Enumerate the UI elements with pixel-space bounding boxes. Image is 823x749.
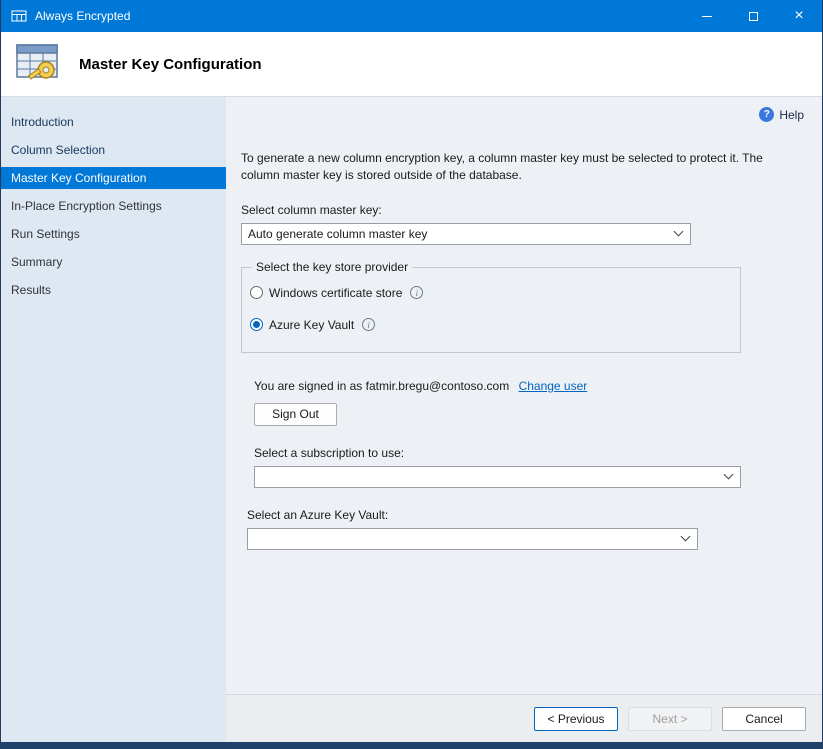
content-column: Help To generate a new column encryption… <box>226 97 822 742</box>
sidebar-item-summary[interactable]: Summary <box>1 251 226 273</box>
close-icon <box>794 8 803 24</box>
wizard-header: Master Key Configuration <box>1 32 822 97</box>
titlebar[interactable]: Always Encrypted <box>1 0 822 32</box>
sidebar-item-master-key-configuration[interactable]: Master Key Configuration <box>1 167 226 189</box>
key-store-provider-group: Select the key store provider Windows ce… <box>241 267 741 353</box>
sidebar-item-results[interactable]: Results <box>1 279 226 301</box>
chevron-down-icon <box>674 227 684 237</box>
radio-windows-certificate-store[interactable]: Windows certificate store <box>250 286 740 300</box>
subscription-label: Select a subscription to use: <box>254 446 804 460</box>
sidebar-item-in-place-encryption-settings[interactable]: In-Place Encryption Settings <box>1 195 226 217</box>
radio-azure-key-vault[interactable]: Azure Key Vault <box>250 318 740 332</box>
change-user-link[interactable]: Change user <box>519 379 588 393</box>
vault-dropdown[interactable] <box>247 528 698 550</box>
radio-selected-icon <box>250 318 263 331</box>
signed-in-row: You are signed in as fatmir.bregu@contos… <box>254 379 804 393</box>
always-encrypted-window: Always Encrypted Master Key Configuratio… <box>0 0 823 749</box>
help-label: Help <box>779 108 804 122</box>
next-button[interactable]: Next > <box>628 707 712 731</box>
radio-unselected-icon <box>250 286 263 299</box>
sidebar-item-column-selection[interactable]: Column Selection <box>1 139 226 161</box>
window-title: Always Encrypted <box>35 9 130 23</box>
close-button[interactable] <box>776 0 822 32</box>
cancel-button[interactable]: Cancel <box>722 707 806 731</box>
sidebar-item-run-settings[interactable]: Run Settings <box>1 223 226 245</box>
maximize-button[interactable] <box>730 0 776 32</box>
page-title: Master Key Configuration <box>79 56 262 73</box>
master-key-label: Select column master key: <box>241 203 804 217</box>
chevron-down-icon <box>724 470 734 480</box>
subscription-dropdown[interactable] <box>254 466 741 488</box>
chevron-down-icon <box>681 532 691 542</box>
sidebar-item-introduction[interactable]: Introduction <box>1 111 226 133</box>
app-icon <box>11 8 27 24</box>
intro-text: To generate a new column encryption key,… <box>241 150 801 185</box>
help-link[interactable]: Help <box>241 107 804 122</box>
key-store-provider-legend: Select the key store provider <box>252 260 412 274</box>
signed-in-text: You are signed in as fatmir.bregu@contos… <box>254 379 509 393</box>
table-key-icon <box>13 43 63 85</box>
sign-out-button[interactable]: Sign Out <box>254 403 337 426</box>
previous-button[interactable]: < Previous <box>534 707 618 731</box>
maximize-icon <box>749 12 758 21</box>
help-icon <box>759 107 774 122</box>
minimize-icon <box>702 16 712 17</box>
window-controls <box>684 0 822 32</box>
wizard-footer: < Previous Next > Cancel <box>226 694 822 742</box>
master-key-dropdown[interactable]: Auto generate column master key <box>241 223 691 245</box>
master-key-selected-value: Auto generate column master key <box>248 227 427 241</box>
wizard-body: Introduction Column Selection Master Key… <box>1 97 822 742</box>
info-icon[interactable] <box>410 286 423 299</box>
info-icon[interactable] <box>362 318 375 331</box>
radio-azure-key-vault-label: Azure Key Vault <box>269 318 354 332</box>
master-key-configuration-panel: Help To generate a new column encryption… <box>226 97 822 694</box>
vault-label: Select an Azure Key Vault: <box>247 508 804 522</box>
wizard-steps-sidebar: Introduction Column Selection Master Key… <box>1 97 226 742</box>
minimize-button[interactable] <box>684 0 730 32</box>
radio-windows-certificate-store-label: Windows certificate store <box>269 286 402 300</box>
